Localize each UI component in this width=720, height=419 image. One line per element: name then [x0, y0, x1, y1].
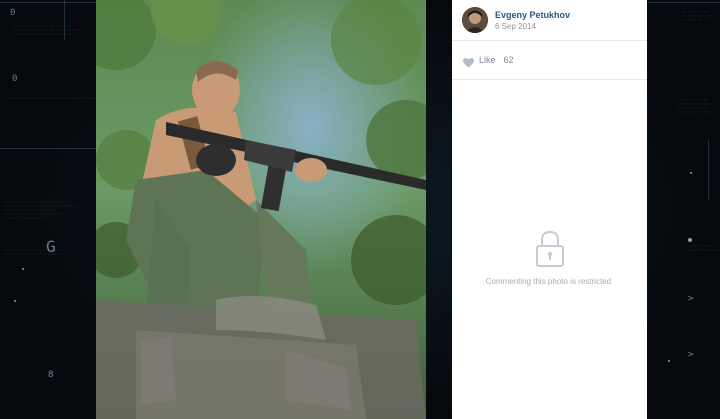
hud-glyph: > [688, 294, 694, 304]
like-count: 62 [503, 55, 514, 65]
post-photo[interactable] [96, 0, 426, 419]
avatar-image [462, 7, 488, 33]
hud-dot [688, 238, 692, 242]
hud-code-block: ::::::::::::::::::::::::::::::::::::::::… [6, 96, 106, 100]
hud-glyph: 0 [12, 74, 18, 84]
hud-glyph: 8 [48, 370, 54, 380]
photo-image [96, 0, 426, 419]
restricted-message: Commenting this photo is restricted. [485, 277, 614, 286]
hud-dot [668, 360, 670, 362]
hud-overlay-right: ::::::::::::::: :::::::::::::::::: :::::… [648, 0, 720, 419]
hud-code-block: ::::::::::::::: :::::::::::::::::: :::::… [682, 10, 715, 22]
hud-line [0, 148, 96, 149]
like-button[interactable]: Like 62 [463, 53, 514, 68]
like-label: Like [479, 55, 496, 65]
comments-restricted-notice: Commenting this photo is restricted. [452, 230, 647, 286]
hud-code-block: :::::::::::::::::::::::::::::: :::::::::… [4, 248, 66, 256]
hud-dot [690, 172, 692, 174]
hud-glyph: > [688, 350, 694, 360]
hud-dot [14, 300, 16, 302]
hud-code-block: :::::::::::::::: :::::::::::::::::::: [684, 244, 720, 252]
author-name-link[interactable]: Evgeny Petukhov [495, 10, 570, 20]
like-bar: Like 62 [452, 41, 647, 80]
hud-dot [22, 268, 24, 270]
hud-line [0, 2, 96, 3]
hud-code-block: ::::::::::::::::::::::::::::::::: ::::::… [4, 200, 79, 220]
lock-icon [535, 230, 565, 268]
hud-code-block: :::::::::::::::::::::::::::::::: :::::::… [14, 24, 81, 36]
hud-line [708, 140, 709, 200]
post-header: Evgeny Petukhov 6 Sep 2014 [452, 0, 647, 41]
post-info-panel: Evgeny Petukhov 6 Sep 2014 Like 62 Comme… [452, 0, 647, 419]
viewer-stage: 0 :::::::::::::::::::::::::::::::: :::::… [0, 0, 720, 419]
author-avatar[interactable] [462, 7, 488, 33]
hud-line [648, 2, 720, 3]
hud-code-block: ::::::::::::::::: ::::::::::::::::::::::… [678, 98, 718, 114]
hud-glyph: 0 [10, 8, 16, 18]
post-date: 6 Sep 2014 [495, 22, 536, 31]
heart-icon [463, 55, 474, 68]
hud-overlay-left: 0 :::::::::::::::::::::::::::::::: :::::… [0, 0, 105, 419]
